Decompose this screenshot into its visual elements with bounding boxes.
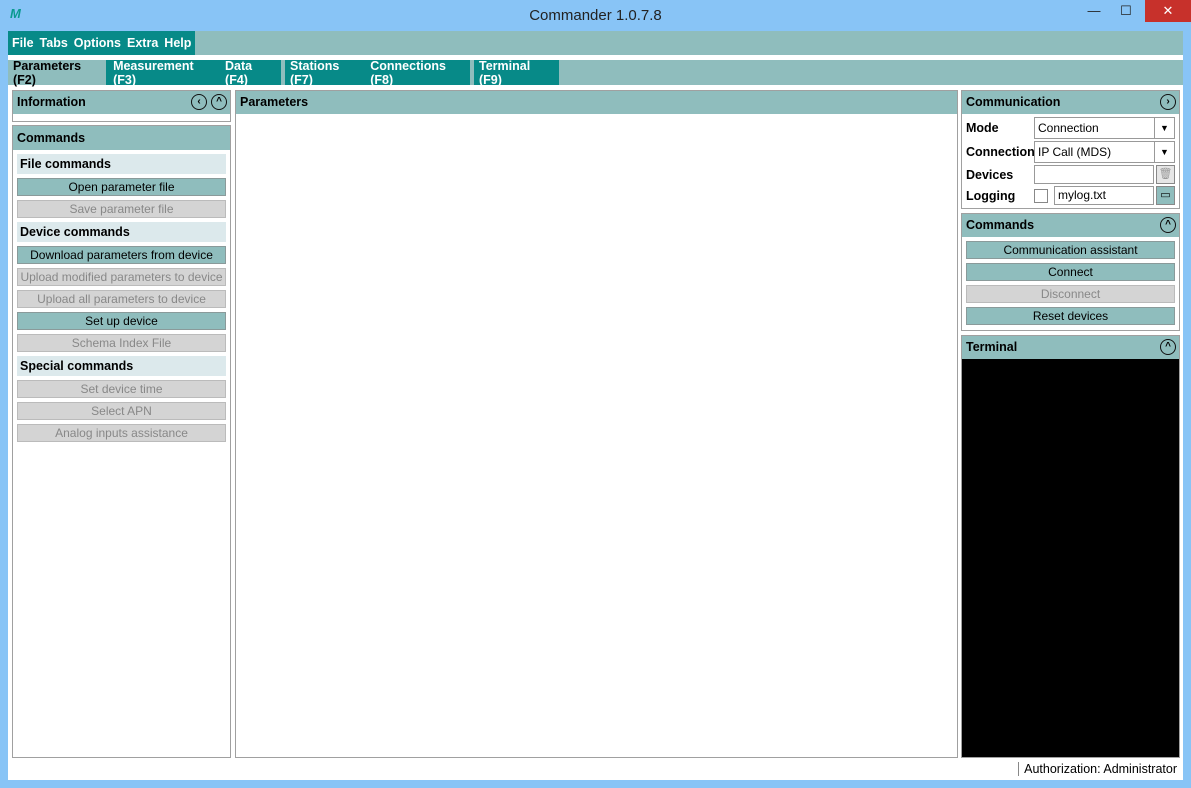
mode-label: Mode [966, 121, 999, 135]
connection-label: Connection [966, 145, 1035, 159]
tab-bar: Parameters (F2) Measurement (F3) Data (F… [8, 59, 1183, 87]
menu-options[interactable]: Options [74, 36, 121, 50]
devices-input[interactable] [1034, 165, 1154, 184]
mode-select[interactable]: Connection ▼ [1034, 117, 1175, 139]
app-logo-icon: M [10, 6, 21, 21]
menu-extra[interactable]: Extra [127, 36, 158, 50]
tab-terminal[interactable]: Terminal (F9) [479, 59, 554, 87]
disconnect-button[interactable]: Disconnect [966, 285, 1175, 303]
device-commands-heading: Device commands [17, 222, 226, 242]
devices-label: Devices [966, 167, 1014, 182]
trash-icon[interactable]: 🗑 [1156, 165, 1175, 184]
upload-modified-button[interactable]: Upload modified parameters to device [17, 268, 226, 286]
parameters-panel: Parameters [235, 90, 958, 758]
logging-file-input[interactable]: mylog.txt [1054, 186, 1154, 205]
select-apn-button[interactable]: Select APN [17, 402, 226, 420]
collapse-up-icon[interactable]: ^ [1160, 339, 1176, 355]
communication-assistant-button[interactable]: Communication assistant [966, 241, 1175, 259]
save-parameter-file-button[interactable]: Save parameter file [17, 200, 226, 218]
tab-parameters[interactable]: Parameters (F2) [13, 59, 103, 87]
terminal-panel: Terminal ^ [961, 335, 1180, 758]
information-title: Information [17, 95, 86, 109]
connect-button[interactable]: Connect [966, 263, 1175, 281]
expand-right-icon[interactable]: › [1160, 94, 1176, 110]
set-device-time-button[interactable]: Set device time [17, 380, 226, 398]
communication-panel: Communication › Mode Connection ▼ Connect… [961, 90, 1180, 209]
menu-file[interactable]: File [12, 36, 34, 50]
commands-panel: Commands File commands Open parameter fi… [12, 125, 231, 758]
download-parameters-button[interactable]: Download parameters from device [17, 246, 226, 264]
folder-icon[interactable]: ▭ [1156, 186, 1175, 205]
maximize-button[interactable]: ☐ [1110, 0, 1142, 22]
logging-checkbox[interactable] [1034, 188, 1048, 203]
chevron-down-icon: ▼ [1154, 118, 1174, 138]
tab-connections[interactable]: Connections (F8) [370, 59, 465, 87]
communication-title: Communication [966, 95, 1061, 109]
schema-index-file-button[interactable]: Schema Index File [17, 334, 226, 352]
connection-select[interactable]: IP Call (MDS) ▼ [1034, 141, 1175, 163]
information-panel: Information ‹ ^ [12, 90, 231, 122]
commands-title-right: Commands [966, 218, 1035, 232]
window-title: Commander 1.0.7.8 [529, 7, 662, 24]
parameters-title: Parameters [236, 91, 957, 114]
authorization-status: Authorization: Administrator [1018, 762, 1177, 776]
collapse-up-icon[interactable]: ^ [211, 94, 227, 110]
close-button[interactable]: ✕ [1145, 0, 1191, 22]
collapse-left-icon[interactable]: ‹ [191, 94, 207, 110]
upload-all-button[interactable]: Upload all parameters to device [17, 290, 226, 308]
tab-measurement[interactable]: Measurement (F3) [113, 59, 215, 87]
open-parameter-file-button[interactable]: Open parameter file [17, 178, 226, 196]
menu-help[interactable]: Help [164, 36, 191, 50]
communication-commands-panel: Commands ^ Communication assistant Conne… [961, 213, 1180, 331]
menu-tabs[interactable]: Tabs [40, 36, 68, 50]
tab-data[interactable]: Data (F4) [225, 59, 276, 87]
collapse-up-icon[interactable]: ^ [1160, 217, 1176, 233]
set-up-device-button[interactable]: Set up device [17, 312, 226, 330]
menu-bar: File Tabs Options Extra Help [8, 31, 1183, 55]
file-commands-heading: File commands [17, 154, 226, 174]
commands-title: Commands [13, 126, 230, 150]
client-area: File Tabs Options Extra Help Parameters … [8, 31, 1183, 780]
analog-inputs-button[interactable]: Analog inputs assistance [17, 424, 226, 442]
special-commands-heading: Special commands [17, 356, 226, 376]
status-bar: Authorization: Administrator [8, 760, 1183, 780]
reset-devices-button[interactable]: Reset devices [966, 307, 1175, 325]
tab-stations[interactable]: Stations (F7) [290, 59, 360, 87]
terminal-title: Terminal [966, 340, 1018, 354]
mode-value: Connection [1038, 121, 1099, 135]
chevron-down-icon: ▼ [1154, 142, 1174, 162]
minimize-button[interactable]: — [1078, 0, 1110, 22]
connection-value: IP Call (MDS) [1038, 145, 1112, 159]
logging-label: Logging [966, 188, 1016, 203]
